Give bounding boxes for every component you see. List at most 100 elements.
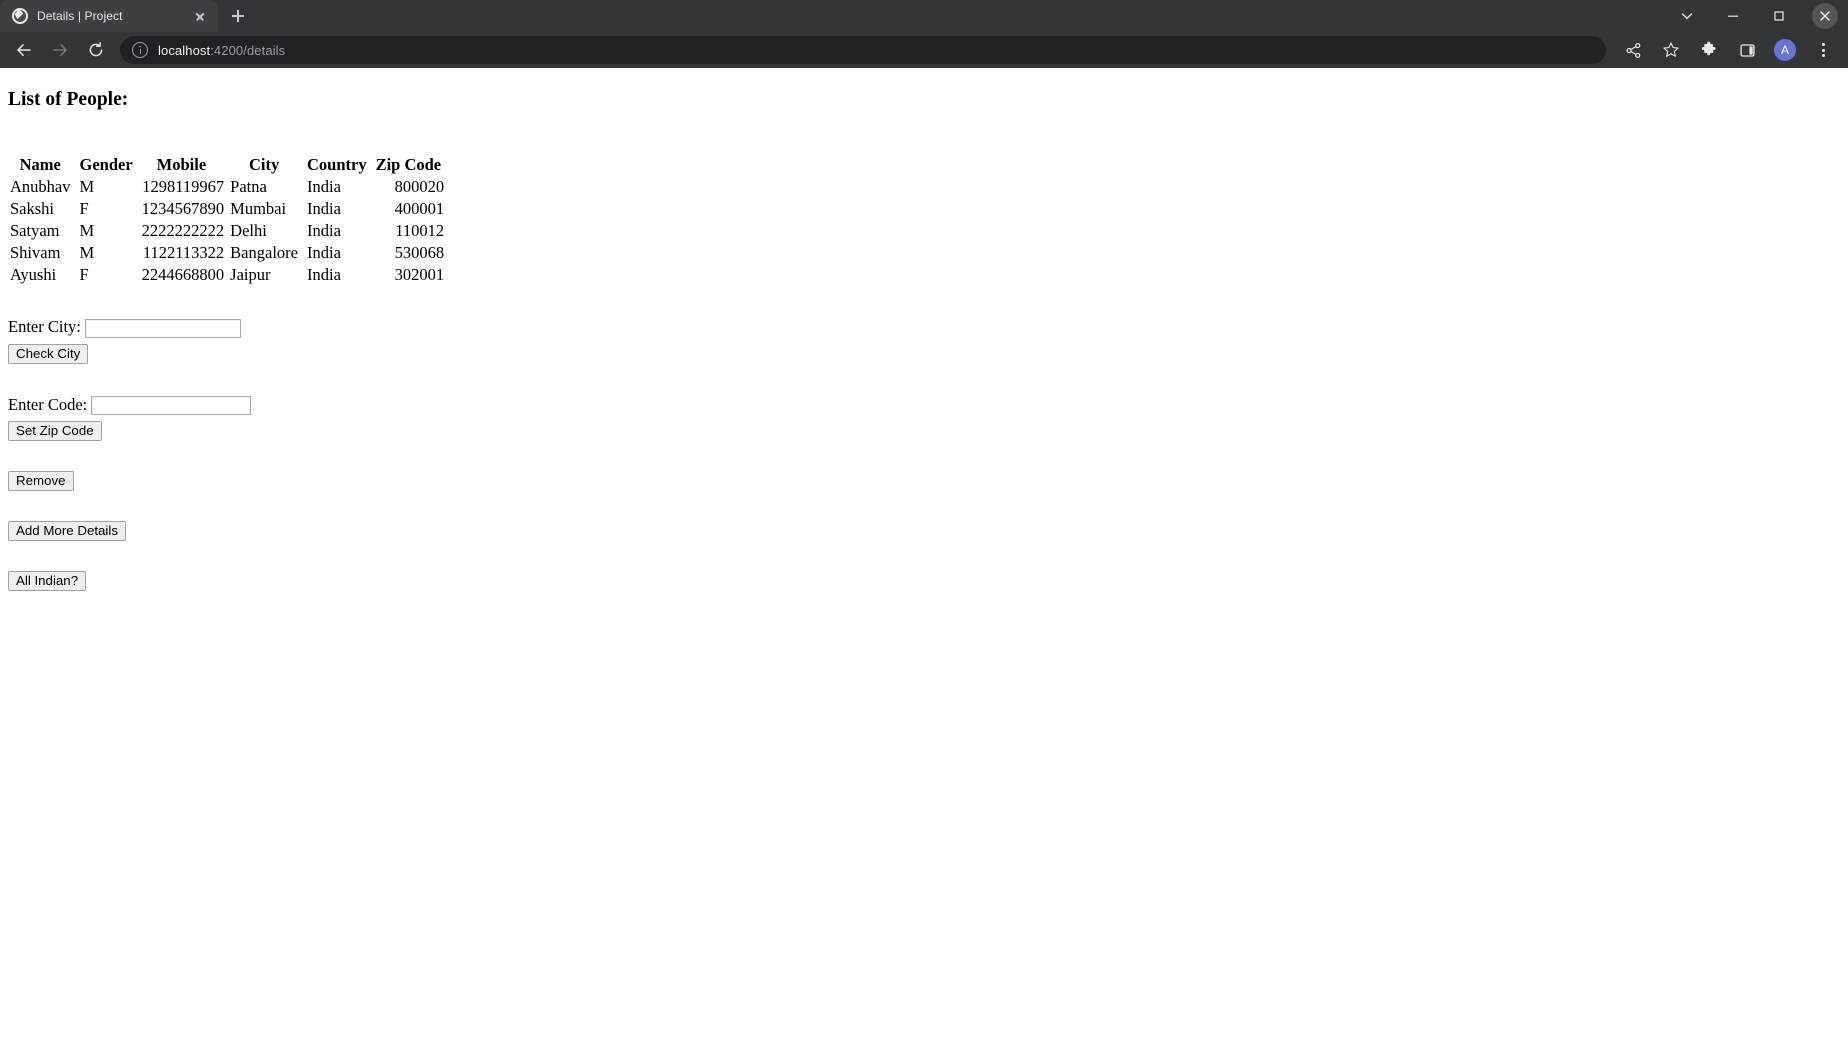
info-circle-icon[interactable] <box>132 42 148 58</box>
cell-name: Shivam <box>10 243 61 262</box>
cell-city: Mumbai <box>230 199 287 218</box>
tab-strip-left: Details | Project <box>0 0 252 32</box>
tab-close-icon[interactable] <box>190 6 210 26</box>
extensions-button[interactable] <box>1695 36 1723 64</box>
browser-tab[interactable]: Details | Project <box>0 0 218 32</box>
side-panel-icon <box>1739 43 1755 57</box>
chrome-menu-button[interactable] <box>1809 36 1837 64</box>
browser-chrome: Details | Project localhost:4200/details… <box>0 0 1848 68</box>
cell-mobile: 1298119967 <box>142 177 225 196</box>
cell-zip: 800020 <box>394 177 445 196</box>
cell-city: Bangalore <box>230 243 298 262</box>
cell-name: Sakshi <box>10 199 55 218</box>
address-bar[interactable]: localhost:4200/details <box>120 36 1606 64</box>
set-zip-code-button[interactable]: Set Zip Code <box>8 421 102 442</box>
cell-name: Anubhav <box>10 177 71 196</box>
cell-mobile: 1122113322 <box>142 243 225 262</box>
reload-icon <box>89 41 103 57</box>
page-title: List of People: <box>8 89 129 110</box>
add-more-details-button[interactable]: Add More Details <box>8 521 126 542</box>
cell-mobile: 2222222222 <box>141 221 225 240</box>
forward-arrow-icon <box>53 44 67 56</box>
url-text: localhost:4200/details <box>158 43 285 58</box>
code-form-row: Enter Code: <box>8 395 1840 416</box>
minimize-icon <box>1728 15 1738 17</box>
check-city-row: Check City <box>8 343 1840 364</box>
share-button[interactable] <box>1619 36 1647 64</box>
url-path: :4200/details <box>210 42 286 58</box>
reload-button[interactable] <box>82 36 110 64</box>
tab-strip: Details | Project <box>0 0 1848 32</box>
share-icon <box>1625 42 1640 58</box>
maximize-icon <box>1774 11 1784 21</box>
table-row: Satyam M 2222222222 Delhi India 110012 <box>8 220 448 242</box>
column-header-mobile: Mobile <box>156 155 207 174</box>
forward-button[interactable] <box>46 36 74 64</box>
browser-toolbar: localhost:4200/details A <box>0 32 1848 68</box>
cell-city: Delhi <box>230 221 267 240</box>
three-dot-menu-icon <box>1821 43 1825 57</box>
cell-country: India <box>306 177 341 196</box>
close-window-button[interactable] <box>1802 0 1848 32</box>
table-row: Shivam M 1122113322 Bangalore India 530068 <box>8 242 448 264</box>
column-header-zip: Zip Code <box>375 155 442 174</box>
tab-title: Details | Project <box>37 9 123 23</box>
profile-button[interactable]: A <box>1771 36 1799 64</box>
page-content: List of People: Name Gender Mobile City … <box>0 68 1848 1052</box>
cell-zip: 400001 <box>394 199 445 218</box>
side-panel-button[interactable] <box>1733 36 1761 64</box>
set-zip-code-row: Set Zip Code <box>8 421 1840 442</box>
people-table: Name Gender Mobile City Country Zip Code… <box>8 154 448 286</box>
column-header-city: City <box>248 155 280 174</box>
city-label: Enter City: <box>8 317 81 336</box>
globe-icon <box>12 8 28 24</box>
remove-button[interactable]: Remove <box>8 471 74 492</box>
cell-gender: M <box>79 177 95 196</box>
table-row: Ayushi F 2244668800 Jaipur India 302001 <box>8 264 448 286</box>
cell-gender: F <box>79 265 89 284</box>
avatar: A <box>1774 39 1796 61</box>
close-icon <box>1820 11 1830 21</box>
bookmark-button[interactable] <box>1657 36 1685 64</box>
check-city-button[interactable]: Check City <box>8 343 89 364</box>
chevron-down-icon <box>1681 13 1693 20</box>
cell-country: India <box>306 199 341 218</box>
toolbar-actions: A <box>1614 36 1842 64</box>
city-form-row: Enter City: <box>8 317 1840 338</box>
maximize-button[interactable] <box>1756 0 1802 32</box>
code-label: Enter Code: <box>8 394 88 414</box>
cell-name: Satyam <box>10 221 60 240</box>
back-arrow-icon <box>17 44 31 56</box>
remove-row: Remove <box>8 471 1840 492</box>
cell-zip: 530068 <box>394 243 445 262</box>
table-row: Sakshi F 1234567890 Mumbai India 400001 <box>8 198 448 220</box>
cell-mobile: 1234567890 <box>141 199 225 218</box>
new-tab-button[interactable] <box>224 2 252 30</box>
city-input[interactable] <box>85 318 241 338</box>
back-button[interactable] <box>10 36 38 64</box>
code-input[interactable] <box>91 396 252 416</box>
cell-zip: 110012 <box>395 221 445 240</box>
cell-country: India <box>306 221 341 240</box>
all-indian-button[interactable]: All Indian? <box>8 571 87 592</box>
add-more-details-row: Add More Details <box>8 521 1840 542</box>
cell-gender: M <box>79 243 95 262</box>
puzzle-icon <box>1701 41 1716 56</box>
minimize-button[interactable] <box>1710 0 1756 32</box>
tab-search-button[interactable] <box>1664 0 1710 32</box>
cell-country: India <box>306 243 341 262</box>
column-header-country: Country <box>306 155 367 174</box>
star-icon <box>1663 42 1679 57</box>
column-header-name: Name <box>19 155 61 174</box>
cell-city: Patna <box>230 177 267 196</box>
all-indian-row: All Indian? <box>8 571 1840 592</box>
cell-name: Ayushi <box>10 265 57 284</box>
cell-mobile: 2244668800 <box>141 265 225 284</box>
cell-country: India <box>306 265 341 284</box>
cell-gender: F <box>79 199 89 218</box>
column-header-gender: Gender <box>79 155 133 174</box>
cell-zip: 302001 <box>394 265 445 284</box>
table-row: Anubhav M 1298119967 Patna India 800020 <box>8 176 448 198</box>
cell-city: Jaipur <box>230 265 271 284</box>
window-controls <box>1664 0 1848 32</box>
